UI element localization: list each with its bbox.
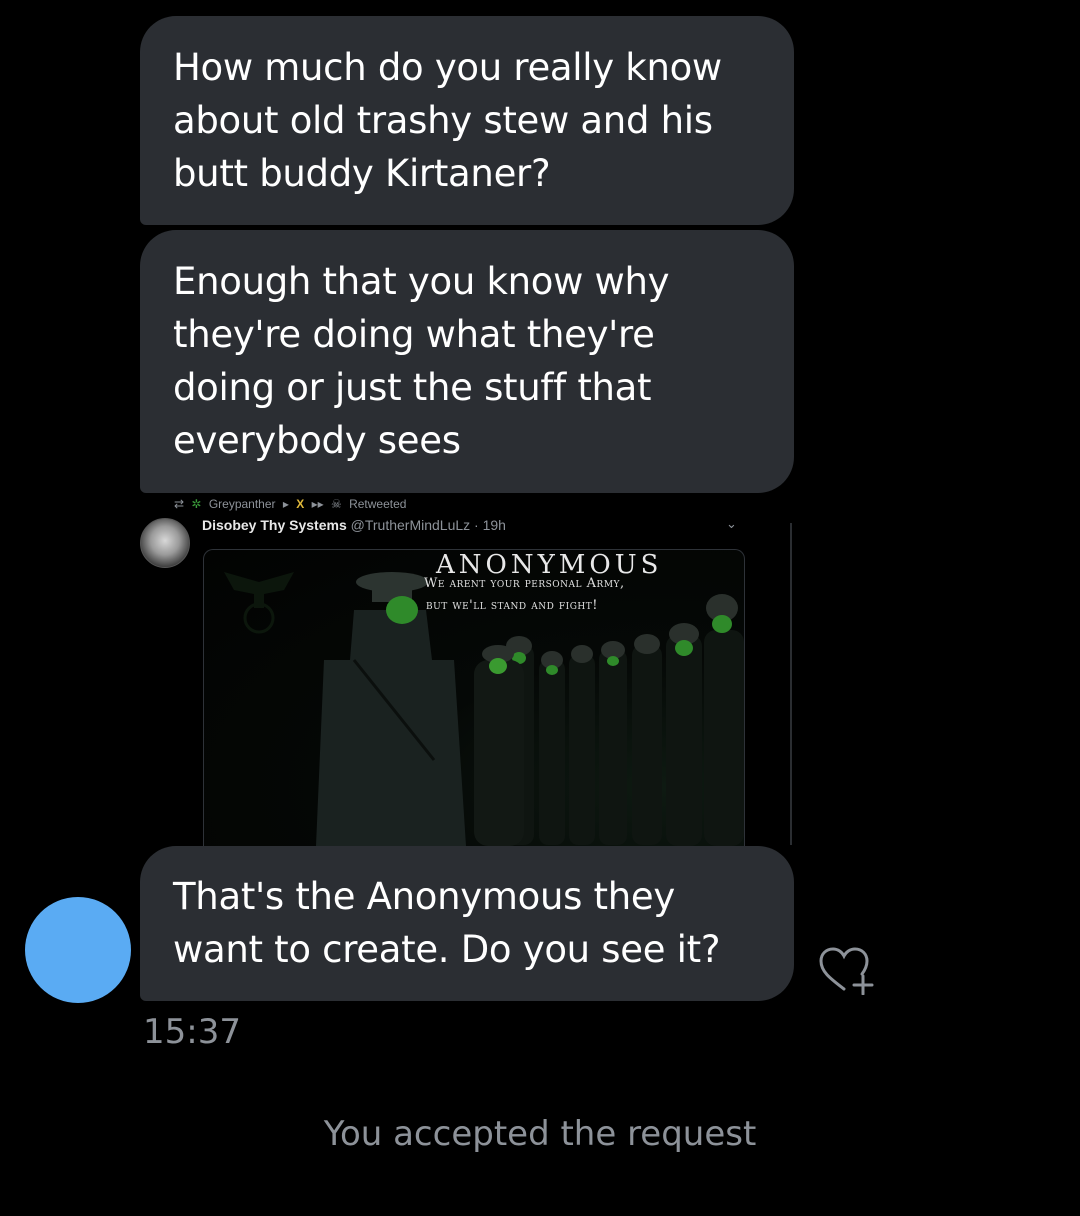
message-line: How much do you really know — [173, 46, 722, 89]
tweet-author-avatar — [140, 518, 190, 568]
tweet-card-border — [790, 523, 792, 845]
message-line: doing or just the stuff that — [173, 366, 652, 409]
shared-tweet-image[interactable]: ⇄ ✲ Greypanther ▸ X ▸▸ ☠ Retweeted Disob… — [140, 493, 794, 846]
flag-icon: ▸ — [282, 497, 289, 511]
image-subtitle: but we'll stand and fight! — [426, 598, 598, 613]
leaf-icon: ✲ — [191, 497, 202, 511]
figures-illustration — [224, 572, 744, 846]
chevron-down-icon: ⌄ — [726, 516, 737, 531]
eagle-emblem — [224, 572, 294, 634]
retweeter-mark: X — [296, 497, 305, 511]
message-bubble[interactable]: How much do you really know about old tr… — [140, 16, 794, 225]
message-line: Enough that you know why — [173, 260, 670, 303]
message-line: about old trashy stew and his — [173, 99, 713, 142]
retweet-context: ⇄ ✲ Greypanther ▸ X ▸▸ ☠ Retweeted — [174, 497, 410, 511]
flag-icon: ▸▸ — [311, 497, 324, 511]
tweet-author-handle: @TrutherMindLuLz — [350, 517, 471, 533]
request-status-text: You accepted the request — [323, 1114, 757, 1154]
tweet-author-line: Disobey Thy Systems @TrutherMindLuLz · 1… — [202, 517, 506, 533]
middle-figure — [474, 645, 524, 846]
skull-icon: ☠ — [330, 497, 342, 511]
message-line: That's the Anonymous they — [173, 875, 675, 918]
heart-plus-icon[interactable] — [817, 945, 879, 995]
retweeted-label: Retweeted — [349, 497, 407, 511]
message-line: want to create. Do you see it? — [173, 928, 721, 971]
message-bubble[interactable]: That's the Anonymous they want to create… — [140, 846, 794, 1001]
message-line: they're doing what they're — [173, 313, 655, 356]
image-subtitle: We arent your personal Army, — [424, 576, 625, 591]
tweet-time: · 19h — [474, 517, 506, 533]
message-line: butt buddy Kirtaner? — [173, 152, 551, 195]
figure-row — [504, 630, 744, 846]
officer-figure — [316, 572, 466, 846]
retweet-icon: ⇄ — [174, 497, 185, 511]
avatar[interactable] — [25, 897, 131, 1003]
message-line: everybody sees — [173, 419, 461, 462]
tweet-media: ANONYMOUS We arent your personal Army, b… — [203, 549, 745, 846]
message-bubble[interactable]: Enough that you know why they're doing w… — [140, 230, 794, 493]
retweeter-name: Greypanther — [208, 497, 276, 511]
tweet-author-name: Disobey Thy Systems — [202, 517, 347, 533]
message-timestamp: 15:37 — [143, 1012, 241, 1052]
